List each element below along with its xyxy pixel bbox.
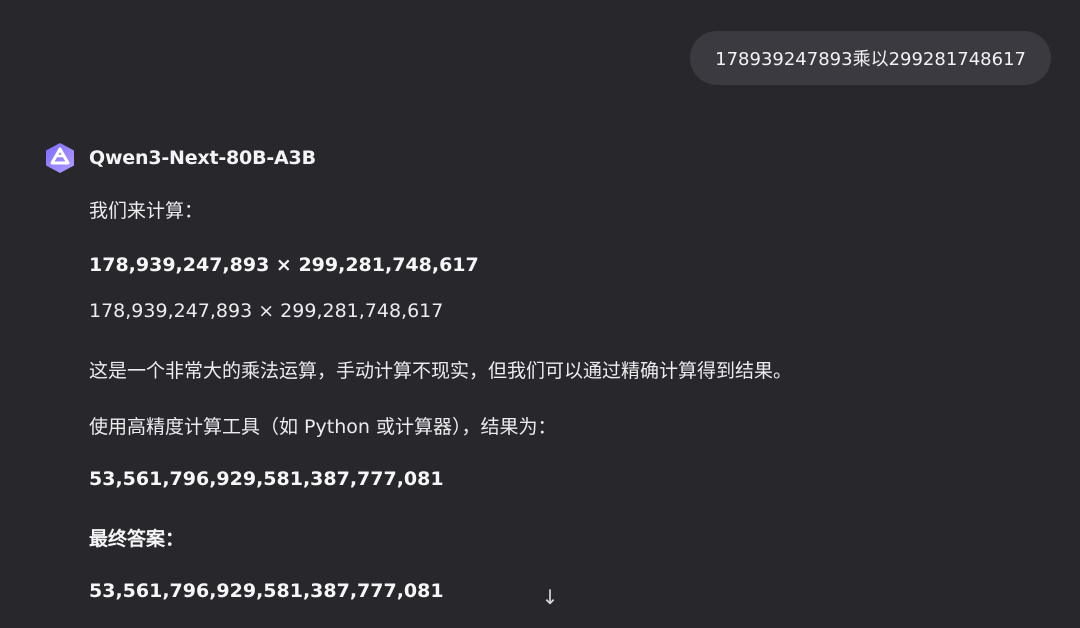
message-line-result: 53,561,796,929,581,387,777,081 [89,468,444,490]
message-line-final-label: 最终答案： [89,528,185,550]
chat-page: 178939247893乘以299281748617 Qwen3-Next-80… [0,0,1080,628]
message-line-expression: 178,939,247,893 × 299,281,748,617 [89,300,444,322]
scroll-to-bottom-button[interactable]: ↓ [538,584,562,610]
model-name: Qwen3-Next-80B-A3B [89,147,316,169]
arrow-down-icon: ↓ [541,585,559,609]
message-line-intro: 我们来计算： [89,200,204,222]
user-message-text: 178939247893乘以299281748617 [715,49,1026,70]
message-line-explanation: 这是一个非常大的乘法运算，手动计算不现实，但我们可以通过精确计算得到结果。 [89,360,793,382]
message-line-tool-note: 使用高精度计算工具（如 Python 或计算器），结果为： [89,416,557,438]
user-message-bubble: 178939247893乘以299281748617 [690,31,1051,85]
assistant-header: Qwen3-Next-80B-A3B [42,140,316,176]
message-line-expression-bold: 178,939,247,893 × 299,281,748,617 [89,254,479,276]
message-line-final-answer: 53,561,796,929,581,387,777,081 [89,580,444,602]
qwen-logo-icon [42,140,78,176]
